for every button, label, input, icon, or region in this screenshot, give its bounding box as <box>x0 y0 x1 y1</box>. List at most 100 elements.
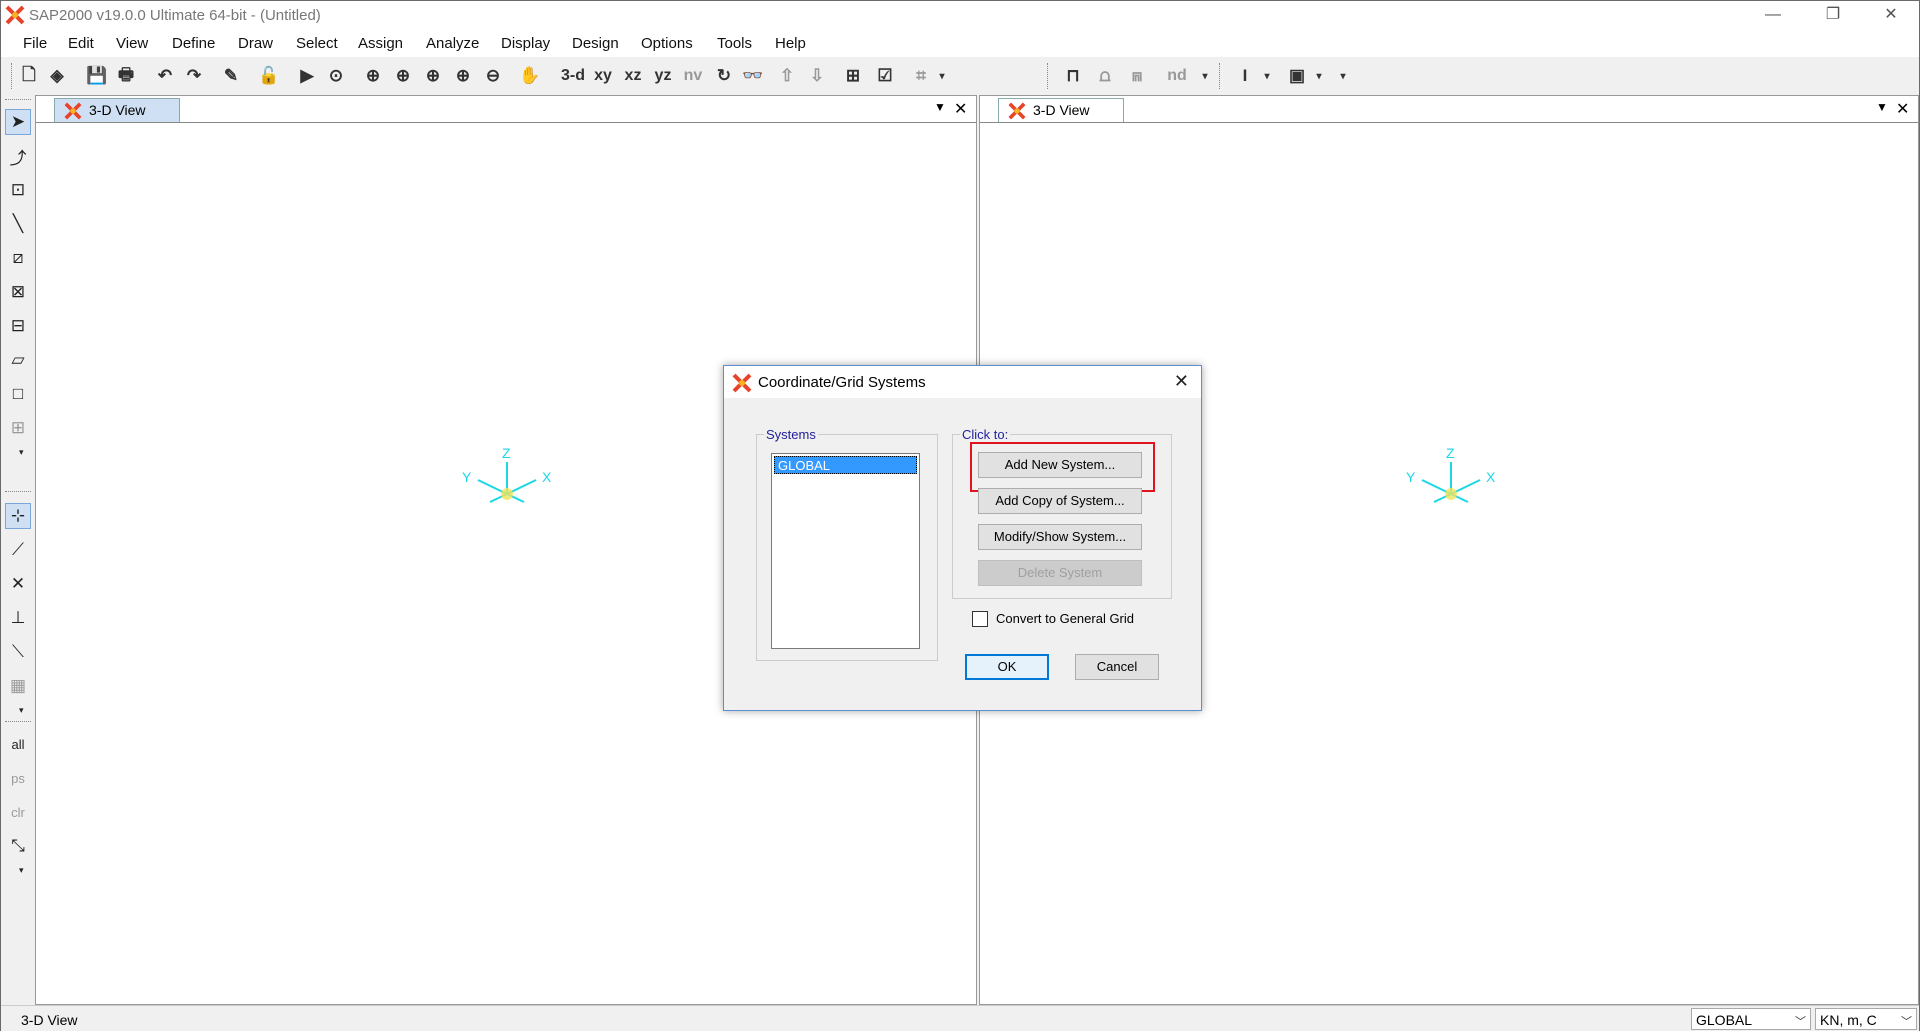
view-yz-button[interactable]: yz <box>651 64 675 88</box>
redo-icon[interactable]: ↷ <box>182 64 206 88</box>
pane-close-icon[interactable]: ✕ <box>954 99 967 119</box>
snap-grid-icon[interactable]: ▦ <box>5 673 31 699</box>
menu-file[interactable]: File <box>23 35 47 52</box>
rotate-view-icon[interactable]: ↻ <box>712 64 736 88</box>
menu-design[interactable]: Design <box>572 35 619 52</box>
draw-frame-line-icon[interactable]: ╲ <box>5 211 31 237</box>
snap-points-icon[interactable]: ⊹ <box>5 503 31 529</box>
nd-button[interactable]: nd <box>1165 64 1189 88</box>
run-analysis-icon[interactable]: ▶ <box>295 64 319 88</box>
move-up-icon[interactable]: ⇧ <box>775 64 799 88</box>
convert-general-grid-checkbox[interactable] <box>972 611 988 627</box>
highlight-box <box>970 442 1155 492</box>
zoom-extents-icon[interactable]: ⊕ <box>421 64 445 88</box>
dialog-close-icon[interactable]: ✕ <box>1174 371 1189 392</box>
view-nv-button[interactable]: nv <box>681 64 705 88</box>
minimize-button[interactable]: — <box>1745 1 1801 31</box>
pane-close-icon[interactable]: ✕ <box>1896 99 1909 119</box>
nd-dropdown-icon[interactable]: ▾ <box>1199 64 1211 88</box>
menu-view[interactable]: View <box>116 35 148 52</box>
open-model-icon[interactable]: ◈ <box>45 64 69 88</box>
menu-tools[interactable]: Tools <box>717 35 752 52</box>
menu-select[interactable]: Select <box>296 35 338 52</box>
tab-3d-view[interactable]: 3-D View <box>54 98 180 122</box>
zoom-restore-icon[interactable]: ⊕ <box>391 64 415 88</box>
snap-dropdown-icon[interactable]: ▾ <box>19 705 24 716</box>
modify-show-system-button[interactable]: Modify/Show System... <box>978 524 1142 550</box>
previous-select-button[interactable]: ps <box>5 765 31 791</box>
run-now-icon[interactable]: ⊙ <box>324 64 348 88</box>
move-down-icon[interactable]: ⇩ <box>805 64 829 88</box>
coord-system-select[interactable]: GLOBAL ﹀ <box>1691 1008 1811 1030</box>
save-icon[interactable]: 💾 <box>85 64 109 88</box>
object-shrink-icon[interactable]: ⊞ <box>841 64 865 88</box>
undo-icon[interactable]: ↶ <box>153 64 177 88</box>
refresh-pen-icon[interactable]: ✎ <box>219 64 243 88</box>
snap-intersections-icon[interactable]: ✕ <box>5 571 31 597</box>
menu-help[interactable]: Help <box>775 35 806 52</box>
pane-menu-dropdown-icon[interactable]: ▼ <box>1876 100 1888 114</box>
menu-display[interactable]: Display <box>501 35 550 52</box>
quick-draw-braces-icon[interactable]: ⊠ <box>5 279 31 305</box>
snap-lines-icon[interactable]: ⟍ <box>5 639 31 665</box>
menu-edit[interactable]: Edit <box>68 35 94 52</box>
list-item[interactable]: GLOBAL <box>774 456 917 474</box>
close-window-button[interactable]: ✕ <box>1863 1 1919 31</box>
area-dropdown-icon[interactable]: ▾ <box>1313 64 1325 88</box>
zoom-window-icon[interactable]: ⊕ <box>361 64 385 88</box>
lock-icon[interactable]: 🔓 <box>257 64 281 88</box>
view-xz-button[interactable]: xz <box>621 64 645 88</box>
ok-button[interactable]: OK <box>965 654 1049 680</box>
add-copy-system-button[interactable]: Add Copy of System... <box>978 488 1142 514</box>
area-section-icon[interactable]: ▣ <box>1285 64 1309 88</box>
clear-select-button[interactable]: clr <box>5 799 31 825</box>
toolbar-overflow-icon[interactable]: ▾ <box>1337 64 1349 88</box>
menu-draw[interactable]: Draw <box>238 35 273 52</box>
main-toolbar: 🗋 ◈ 💾 🖶 ↶ ↷ ✎ 🔓 ▶ ⊙ ⊕ ⊕ ⊕ ⊕ ⊖ ✋ 3-d xy x… <box>1 57 1919 95</box>
snap-ends-icon[interactable]: ⟋ <box>5 537 31 563</box>
menu-assign[interactable]: Assign <box>358 35 403 52</box>
intersecting-line-select-icon[interactable]: ⤡ <box>5 833 31 859</box>
draw-arch-icon[interactable]: ⩎ <box>1125 64 1149 88</box>
section-i-icon[interactable]: I <box>1233 64 1257 88</box>
print-icon[interactable]: 🖶 <box>114 64 138 88</box>
tab-label: 3-D View <box>1033 102 1090 118</box>
display-options-dropdown-icon[interactable]: ▾ <box>936 64 948 88</box>
select-all-button[interactable]: all <box>5 731 31 757</box>
draw-joint-icon[interactable]: ⊡ <box>5 177 31 203</box>
restore-button[interactable]: ❐ <box>1805 1 1861 31</box>
draw-poly-area-icon[interactable]: ▱ <box>5 347 31 373</box>
view-3d-button[interactable]: 3-d <box>557 64 589 88</box>
quick-draw-area-icon[interactable]: ⊞ <box>5 415 31 441</box>
select-dropdown-icon[interactable]: ▾ <box>19 865 24 876</box>
status-view-name: 3-D View <box>21 1012 78 1028</box>
menu-options[interactable]: Options <box>641 35 693 52</box>
snap-perpendicular-icon[interactable]: ⊥ <box>5 605 31 631</box>
quick-draw-frame-icon[interactable]: ⧄ <box>5 245 31 271</box>
menu-define[interactable]: Define <box>172 35 215 52</box>
systems-list[interactable]: GLOBAL <box>771 453 920 649</box>
draw-rect-area-icon[interactable]: □ <box>5 381 31 407</box>
units-select[interactable]: KN, m, C ﹀ <box>1815 1008 1917 1030</box>
new-model-icon[interactable]: 🗋 <box>17 64 41 88</box>
perspective-icon[interactable]: 👓 <box>741 64 765 88</box>
zoom-in-icon[interactable]: ⊕ <box>451 64 475 88</box>
check-model-icon[interactable]: ☑ <box>873 64 897 88</box>
draw-frame-icon[interactable]: ⊓ <box>1061 64 1085 88</box>
zoom-out-icon[interactable]: ⊖ <box>481 64 505 88</box>
pane-menu-dropdown-icon[interactable]: ▼ <box>934 100 946 114</box>
view-xy-button[interactable]: xy <box>591 64 615 88</box>
draw-portal-icon[interactable]: ⩍ <box>1093 64 1117 88</box>
menu-analyze[interactable]: Analyze <box>426 35 479 52</box>
sap-logo-icon <box>1008 102 1026 120</box>
cancel-button[interactable]: Cancel <box>1075 654 1159 680</box>
pointer-select-icon[interactable]: ➤ <box>5 109 31 135</box>
draw-tools-dropdown-icon[interactable]: ▾ <box>19 447 24 458</box>
reshape-icon[interactable]: ⤴ <box>5 143 31 169</box>
section-dropdown-icon[interactable]: ▾ <box>1261 64 1273 88</box>
delete-system-button[interactable]: Delete System <box>978 560 1142 586</box>
tab-3d-view[interactable]: 3-D View <box>998 98 1124 122</box>
pan-hand-icon[interactable]: ✋ <box>518 64 542 88</box>
display-options-icon[interactable]: ⌗ <box>909 64 933 88</box>
quick-draw-secondary-icon[interactable]: ⊟ <box>5 313 31 339</box>
